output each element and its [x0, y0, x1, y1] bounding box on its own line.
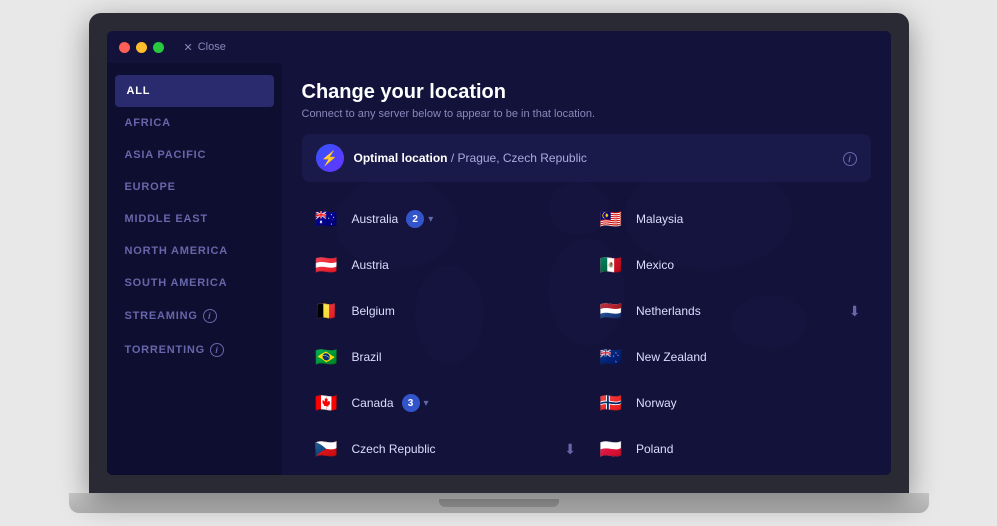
optimal-label: Optimal location	[354, 151, 448, 165]
country-item-canada[interactable]: 🇨🇦 Canada 3 ▾	[302, 380, 587, 426]
sidebar-item-torrenting[interactable]: TORRENTING i	[107, 333, 282, 367]
flag-czech-republic: 🇨🇿	[312, 434, 342, 464]
info-circle-icon: i	[843, 152, 857, 166]
country-name-mexico: Mexico	[636, 258, 674, 272]
download-netherlands-icon[interactable]: ⬇	[849, 303, 861, 320]
sidebar-item-asia-pacific[interactable]: ASIA PACIFIC	[107, 139, 282, 171]
download-czech-icon[interactable]: ⬇	[564, 441, 576, 458]
country-item-brazil[interactable]: 🇧🇷 Brazil	[302, 334, 587, 380]
sidebar-label-north-america: NORTH AMERICA	[125, 245, 229, 257]
country-item-belgium[interactable]: 🇧🇪 Belgium	[302, 288, 587, 334]
country-grid: 🇦🇺 Australia 2 ▾ 🇲🇾 Malaysia	[302, 196, 871, 475]
screen-bezel: ✕ Close ALL AFRICA ASIA PACIFIC	[89, 13, 909, 493]
sidebar-item-middle-east[interactable]: MIDDLE EAST	[107, 203, 282, 235]
flag-poland: 🇵🇱	[596, 434, 626, 464]
title-bar: ✕ Close	[107, 31, 891, 63]
laptop-container: ✕ Close ALL AFRICA ASIA PACIFIC	[69, 13, 929, 513]
country-name-malaysia: Malaysia	[636, 212, 683, 226]
flag-malaysia: 🇲🇾	[596, 204, 626, 234]
sidebar-label-all: ALL	[127, 85, 151, 97]
country-item-poland[interactable]: 🇵🇱 Poland	[586, 426, 871, 472]
optimal-icon: ⚡	[316, 144, 344, 172]
main-panel: Change your location Connect to any serv…	[282, 63, 891, 475]
flag-netherlands: 🇳🇱	[596, 296, 626, 326]
sidebar-label-south-america: SOUTH AMERICA	[125, 277, 228, 289]
sidebar-item-north-america[interactable]: NORTH AMERICA	[107, 235, 282, 267]
close-traffic-light[interactable]	[119, 42, 130, 53]
country-item-mexico[interactable]: 🇲🇽 Mexico	[586, 242, 871, 288]
traffic-lights	[119, 42, 164, 53]
minimize-traffic-light[interactable]	[136, 42, 147, 53]
sidebar: ALL AFRICA ASIA PACIFIC EUROPE MIDDLE EA…	[107, 63, 282, 475]
sidebar-item-all[interactable]: ALL	[115, 75, 274, 107]
server-count-canada: 3	[402, 394, 420, 412]
flag-new-zealand: 🇳🇿	[596, 342, 626, 372]
sidebar-label-streaming: STREAMING	[125, 310, 198, 322]
country-name-austria: Austria	[352, 258, 389, 272]
country-name-new-zealand: New Zealand	[636, 350, 707, 364]
country-item-new-zealand[interactable]: 🇳🇿 New Zealand	[586, 334, 871, 380]
panel-title: Change your location	[302, 81, 871, 104]
country-item-malaysia[interactable]: 🇲🇾 Malaysia	[586, 196, 871, 242]
app-body: ALL AFRICA ASIA PACIFIC EUROPE MIDDLE EA…	[107, 63, 891, 475]
sidebar-item-europe[interactable]: EUROPE	[107, 171, 282, 203]
streaming-info-icon[interactable]: i	[203, 309, 217, 323]
sidebar-item-south-america[interactable]: SOUTH AMERICA	[107, 267, 282, 299]
country-item-denmark[interactable]: 🇩🇰 Denmark	[302, 472, 587, 475]
flag-austria: 🇦🇹	[312, 250, 342, 280]
country-name-canada: Canada	[352, 396, 394, 410]
country-name-belgium: Belgium	[352, 304, 395, 318]
flag-mexico: 🇲🇽	[596, 250, 626, 280]
optimal-text: Optimal location / Prague, Czech Republi…	[354, 151, 587, 165]
torrenting-info-icon[interactable]: i	[210, 343, 224, 357]
country-item-australia[interactable]: 🇦🇺 Australia 2 ▾	[302, 196, 587, 242]
country-name-australia: Australia	[352, 212, 399, 226]
country-name-norway: Norway	[636, 396, 677, 410]
expand-australia-icon[interactable]: ▾	[428, 214, 433, 225]
optimal-separator: /	[451, 151, 458, 165]
screen: ✕ Close ALL AFRICA ASIA PACIFIC	[107, 31, 891, 475]
country-item-portugal[interactable]: 🇵🇹 Portugal	[586, 472, 871, 475]
maximize-traffic-light[interactable]	[153, 42, 164, 53]
country-list-container[interactable]: 🇦🇺 Australia 2 ▾ 🇲🇾 Malaysia	[302, 196, 871, 475]
optimal-location-bar[interactable]: ⚡ Optimal location / Prague, Czech Repub…	[302, 134, 871, 182]
sidebar-label-africa: AFRICA	[125, 117, 171, 129]
flag-belgium: 🇧🇪	[312, 296, 342, 326]
sidebar-label-torrenting: TORRENTING	[125, 344, 206, 356]
sidebar-label-asia-pacific: ASIA PACIFIC	[125, 149, 207, 161]
country-name-brazil: Brazil	[352, 350, 382, 364]
country-name-netherlands: Netherlands	[636, 304, 701, 318]
flag-brazil: 🇧🇷	[312, 342, 342, 372]
sidebar-label-middle-east: MIDDLE EAST	[125, 213, 208, 225]
optimal-info-icon[interactable]: i	[843, 151, 857, 166]
country-name-poland: Poland	[636, 442, 673, 456]
close-label: Close	[198, 41, 226, 53]
laptop-notch	[439, 499, 559, 507]
country-item-norway[interactable]: 🇳🇴 Norway	[586, 380, 871, 426]
country-item-austria[interactable]: 🇦🇹 Austria	[302, 242, 587, 288]
optimal-location: Prague, Czech Republic	[458, 151, 587, 165]
laptop-base	[69, 493, 929, 513]
close-button[interactable]: ✕ Close	[184, 41, 226, 54]
flag-australia: 🇦🇺	[312, 204, 342, 234]
sidebar-item-streaming[interactable]: STREAMING i	[107, 299, 282, 333]
country-item-czech-republic[interactable]: 🇨🇿 Czech Republic ⬇	[302, 426, 587, 472]
panel-subtitle: Connect to any server below to appear to…	[302, 108, 871, 120]
expand-canada-icon[interactable]: ▾	[424, 398, 429, 409]
flag-norway: 🇳🇴	[596, 388, 626, 418]
server-count-australia: 2	[406, 210, 424, 228]
sidebar-label-europe: EUROPE	[125, 181, 176, 193]
country-item-netherlands[interactable]: 🇳🇱 Netherlands ⬇	[586, 288, 871, 334]
sidebar-item-africa[interactable]: AFRICA	[107, 107, 282, 139]
country-name-czech-republic: Czech Republic	[352, 442, 436, 456]
flag-canada: 🇨🇦	[312, 388, 342, 418]
close-x-icon: ✕	[184, 41, 193, 54]
